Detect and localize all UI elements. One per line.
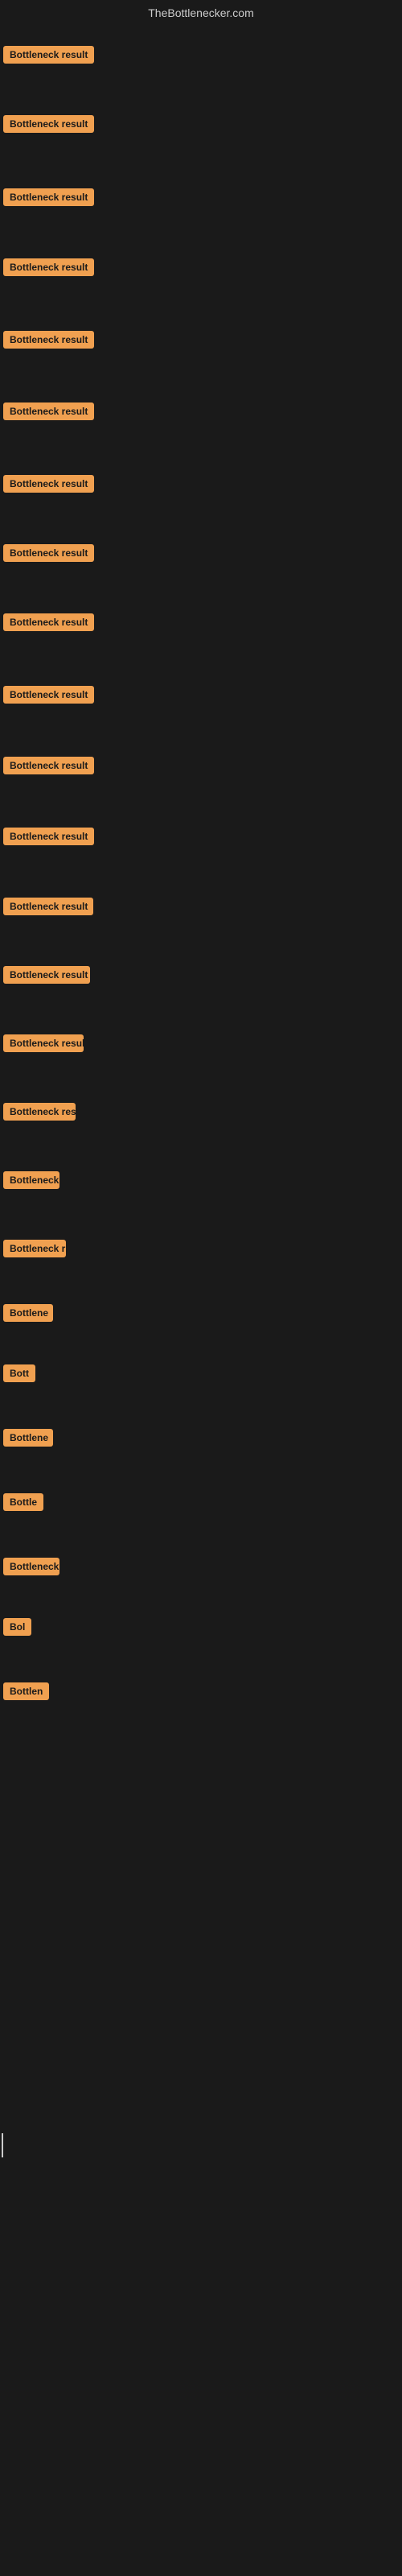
result-row: Bottleneck result (3, 402, 94, 424)
bottleneck-badge[interactable]: Bottleneck result (3, 544, 94, 562)
result-row: Bottlene (3, 1429, 53, 1451)
bottleneck-badge[interactable]: Bottleneck result (3, 46, 94, 64)
bottleneck-badge[interactable]: Bottleneck result (3, 898, 93, 915)
result-row: Bottleneck result (3, 188, 94, 210)
site-title: TheBottlenecker.com (148, 6, 254, 19)
cursor-indicator (2, 2133, 3, 2157)
bottleneck-badge[interactable]: Bottleneck result (3, 258, 94, 276)
result-row: Bottleneck result (3, 258, 94, 280)
result-row: Bol (3, 1618, 31, 1640)
bottleneck-badge[interactable]: Bottleneck result (3, 402, 94, 420)
bottleneck-badge[interactable]: Bottleneck (3, 1171, 59, 1189)
result-row: Bottleneck result (3, 544, 94, 566)
bottleneck-badge[interactable]: Bottlene (3, 1429, 53, 1447)
bottleneck-badge[interactable]: Bottleneck result (3, 966, 90, 984)
result-row: Bottleneck result (3, 475, 94, 497)
result-row: Bottleneck result (3, 898, 93, 919)
bottleneck-badge[interactable]: Bottleneck result (3, 475, 94, 493)
result-row: Bottle (3, 1493, 43, 1515)
bottleneck-badge[interactable]: Bottle (3, 1493, 43, 1511)
result-row: Bottleneck result (3, 966, 90, 988)
result-row: Bottleneck result (3, 757, 94, 778)
bottleneck-badge[interactable]: Bottleneck res (3, 1103, 76, 1121)
result-row: Bottleneck result (3, 115, 94, 137)
result-row: Bottlen (3, 1682, 49, 1704)
bottleneck-badge[interactable]: Bottleneck result (3, 686, 94, 704)
bottleneck-badge[interactable]: Bottleneck result (3, 1034, 84, 1052)
result-row: Bottleneck r (3, 1240, 66, 1261)
result-row: Bottleneck (3, 1171, 59, 1193)
bottleneck-badge[interactable]: Bottleneck result (3, 188, 94, 206)
result-row: Bottleneck result (3, 686, 94, 708)
bottleneck-badge[interactable]: Bottleneck result (3, 757, 94, 774)
bottleneck-badge[interactable]: Bottleneck result (3, 613, 94, 631)
bottleneck-badge[interactable]: Bottleneck r (3, 1240, 66, 1257)
site-header: TheBottlenecker.com (0, 0, 402, 23)
result-row: Bottleneck result (3, 613, 94, 635)
result-row: Bottleneck result (3, 828, 94, 849)
result-row: Bottleneck result (3, 331, 94, 353)
bottleneck-badge[interactable]: Bottleneck (3, 1558, 59, 1575)
bottleneck-badge[interactable]: Bottlen (3, 1682, 49, 1700)
result-row: Bott (3, 1364, 35, 1386)
bottleneck-badge[interactable]: Bottleneck result (3, 828, 94, 845)
bottleneck-badge[interactable]: Bottlene (3, 1304, 53, 1322)
bottleneck-badge[interactable]: Bol (3, 1618, 31, 1636)
bottleneck-badge[interactable]: Bott (3, 1364, 35, 1382)
result-row: Bottleneck result (3, 46, 94, 68)
result-row: Bottleneck res (3, 1103, 76, 1125)
result-row: Bottleneck result (3, 1034, 84, 1056)
bottleneck-badge[interactable]: Bottleneck result (3, 331, 94, 349)
result-row: Bottleneck (3, 1558, 59, 1579)
bottleneck-badge[interactable]: Bottleneck result (3, 115, 94, 133)
result-row: Bottlene (3, 1304, 53, 1326)
